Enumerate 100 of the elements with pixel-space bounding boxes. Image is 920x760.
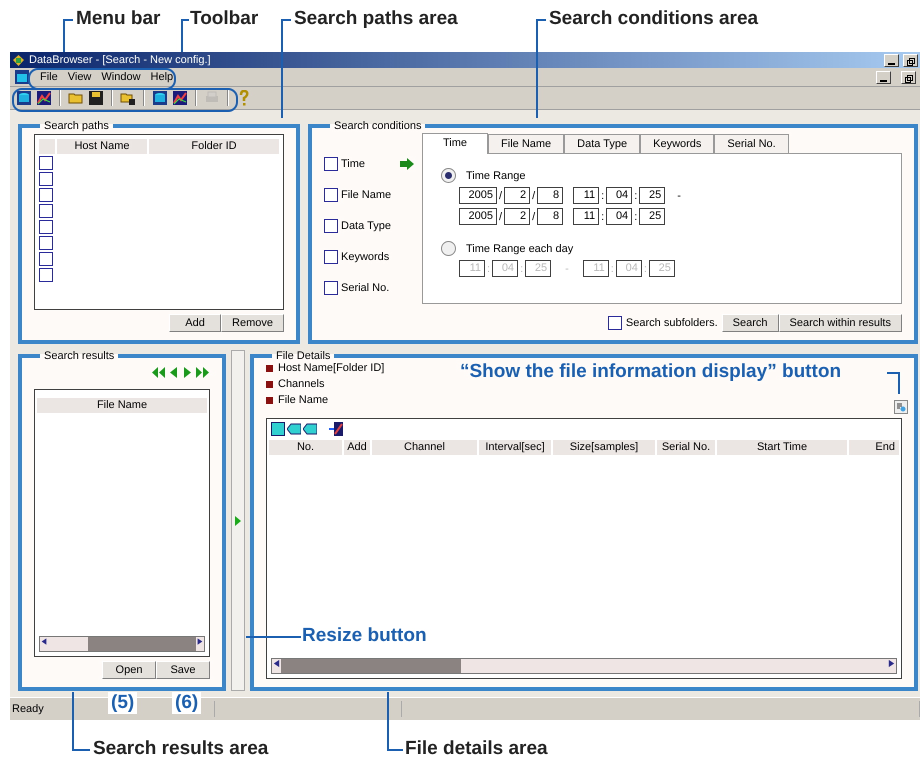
bullet-icon [266, 380, 273, 388]
checkbox[interactable] [324, 188, 338, 202]
date-field[interactable]: 8 [537, 187, 564, 204]
column-header [39, 139, 55, 154]
radio-label: Time Range [466, 170, 526, 182]
time-separator: : [519, 262, 524, 274]
callout-label: (6) [172, 692, 202, 714]
tag-icon[interactable] [287, 422, 301, 436]
add-chart-icon[interactable] [329, 422, 343, 436]
radio-button[interactable] [441, 168, 456, 183]
date-field[interactable]: 2 [504, 208, 530, 225]
checkbox-label: Keywords [341, 250, 390, 262]
panel-title: File Details [275, 350, 332, 362]
time-separator: : [610, 262, 615, 274]
restore-button[interactable] [903, 54, 918, 66]
date-field[interactable]: 8 [537, 208, 564, 225]
file-info-icon[interactable] [894, 400, 908, 414]
time-field[interactable]: 04 [606, 187, 632, 204]
checkbox[interactable] [324, 250, 338, 264]
menu-item[interactable]: View [68, 71, 92, 83]
checkbox[interactable] [39, 188, 53, 202]
channel-view-icon[interactable] [271, 422, 285, 436]
app-icon [12, 54, 25, 66]
button[interactable]: Save [156, 661, 210, 679]
horizontal-scrollbar[interactable] [271, 658, 897, 674]
column-header: Host Name [57, 139, 147, 154]
button[interactable]: Search [722, 314, 778, 332]
button[interactable]: Remove [221, 314, 284, 332]
tab[interactable]: Data Type [564, 134, 640, 154]
checkbox-label: Serial No. [341, 282, 390, 294]
time-field[interactable]: 11 [573, 187, 600, 204]
date-field[interactable]: 2005 [459, 187, 497, 204]
scroll-right-icon[interactable] [887, 659, 896, 668]
minimize-button[interactable] [876, 70, 891, 84]
minimize-button[interactable] [884, 54, 899, 66]
menu-item[interactable]: File [40, 71, 58, 83]
tab[interactable]: Time [422, 133, 488, 154]
callout-label: Resize button [302, 625, 427, 647]
right-triangle-icon [234, 514, 242, 526]
date-field[interactable]: 2 [504, 187, 530, 204]
column-header: Channel [372, 440, 477, 455]
leader-line [181, 19, 189, 52]
radio-label: Time Range each day [466, 242, 574, 254]
checkbox[interactable] [39, 220, 53, 234]
button[interactable]: Add [169, 314, 222, 332]
checkbox[interactable] [39, 268, 53, 282]
date-separator: / [498, 210, 504, 222]
column-header: Serial No. [657, 440, 715, 455]
time-field[interactable]: 25 [639, 187, 666, 204]
checkbox[interactable] [324, 156, 338, 170]
date-field[interactable]: 2005 [459, 208, 497, 225]
panel-title: Search paths [43, 120, 110, 132]
scroll-left-icon[interactable] [40, 637, 48, 646]
range-separator: - [565, 262, 569, 274]
tag-icon[interactable] [303, 422, 317, 436]
checkbox[interactable] [39, 236, 53, 250]
button[interactable]: Open [102, 661, 156, 679]
restore-button[interactable] [901, 70, 916, 84]
menu-item[interactable]: Window [101, 71, 141, 83]
checkbox[interactable] [39, 156, 53, 170]
time-field[interactable]: 25 [639, 208, 666, 225]
scroll-left-icon[interactable] [272, 659, 281, 668]
checkbox[interactable] [324, 218, 338, 232]
callout-label: Menu bar [76, 8, 160, 30]
time-field[interactable]: 04 [606, 208, 632, 225]
scrollbar-thumb[interactable] [88, 637, 196, 651]
callout-label: “Show the file information display” button [460, 361, 842, 383]
tab[interactable]: Keywords [640, 134, 714, 154]
horizontal-scrollbar[interactable] [39, 636, 205, 652]
bullet-icon [266, 364, 273, 372]
restore-icon [904, 74, 912, 82]
time-separator: : [600, 190, 606, 202]
tab[interactable]: Serial No. [714, 134, 789, 154]
menu-item[interactable]: Help [150, 71, 174, 83]
callout-label: (5) [108, 692, 138, 714]
callout-label: Search conditions area [549, 8, 758, 30]
button[interactable]: Search within results [778, 314, 902, 332]
panel-title: Search conditions [333, 120, 422, 132]
scrollbar-thumb[interactable] [281, 659, 461, 673]
checkbox[interactable] [39, 204, 53, 218]
time-field[interactable]: 11 [573, 208, 600, 225]
column-header: Interval[sec] [479, 440, 551, 455]
checkbox-label: Time [341, 158, 366, 170]
database-icon [152, 90, 168, 106]
checkbox[interactable] [324, 280, 338, 294]
leader-line [72, 692, 90, 751]
time-separator: : [633, 190, 638, 202]
date-separator: / [531, 210, 536, 222]
document-icon [14, 69, 30, 85]
checkbox[interactable] [39, 172, 53, 186]
minimize-icon [888, 62, 895, 66]
leader-line [887, 372, 900, 394]
time-separator: : [642, 262, 648, 274]
checkbox[interactable] [39, 252, 53, 266]
window-title: DataBrowser - [Search - New config.] [29, 54, 212, 66]
column-header: Add [344, 440, 370, 455]
tab[interactable]: File Name [488, 134, 564, 154]
last-page-icon[interactable] [195, 366, 210, 379]
checkbox[interactable] [608, 316, 622, 330]
first-page-icon[interactable] [151, 366, 166, 379]
